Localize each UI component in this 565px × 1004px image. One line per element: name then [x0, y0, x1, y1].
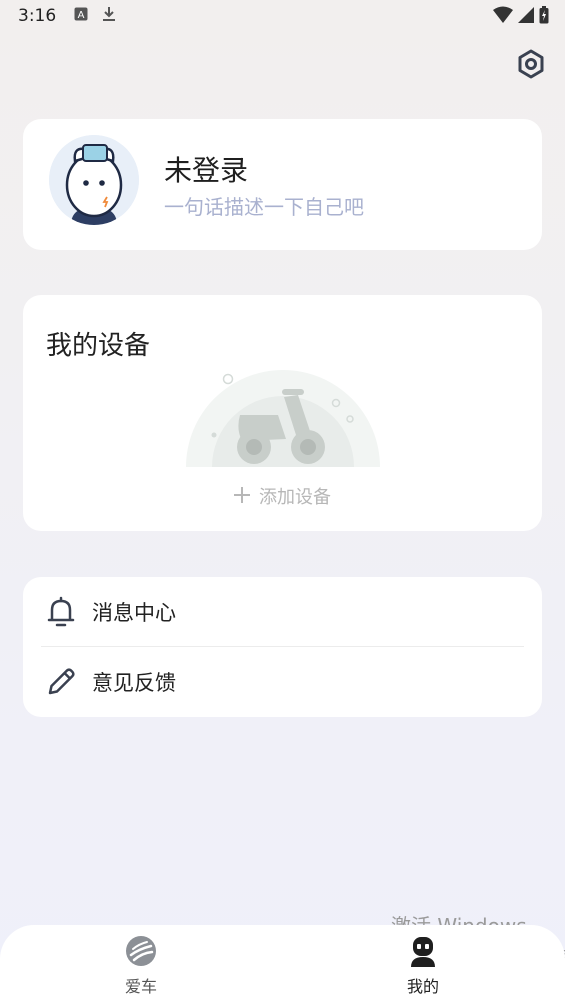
status-bar: 3:16 A — [0, 0, 565, 32]
wifi-icon — [493, 6, 513, 29]
signal-icon — [517, 6, 535, 29]
profile-icon — [407, 935, 439, 967]
avatar[interactable] — [49, 135, 139, 225]
bell-icon — [45, 596, 77, 628]
car-icon — [125, 935, 157, 967]
add-device-button[interactable]: 添加设备 — [233, 483, 331, 509]
add-device-label: 添加设备 — [259, 487, 331, 508]
plus-icon — [233, 484, 251, 508]
settings-button[interactable] — [515, 49, 547, 83]
menu-card: 消息中心 意见反馈 — [23, 577, 542, 717]
download-icon — [102, 6, 116, 27]
device-card: 我的设备 添加设备 — [23, 295, 542, 531]
svg-text:A: A — [78, 10, 85, 21]
scooter-placeholder-illustration — [186, 369, 380, 469]
battery-icon — [539, 6, 549, 29]
profile-name: 未登录 — [164, 154, 249, 187]
nav-tab-car[interactable]: 爱车 — [81, 925, 201, 1004]
menu-label-messages: 消息中心 — [92, 601, 176, 625]
text-a-icon: A — [74, 6, 88, 26]
pencil-icon — [45, 666, 77, 698]
nav-tab-mine[interactable]: 我的 — [363, 925, 483, 1004]
profile-bio: 一句话描述一下自己吧 — [164, 195, 364, 219]
status-time: 3:16 — [18, 6, 57, 26]
nav-label-mine: 我的 — [406, 977, 439, 996]
menu-item-messages[interactable]: 消息中心 — [23, 577, 542, 647]
profile-card[interactable]: 未登录 一句话描述一下自己吧 — [23, 119, 542, 250]
nav-label-car: 爱车 — [124, 977, 157, 996]
menu-item-feedback[interactable]: 意见反馈 — [23, 647, 542, 717]
bottom-nav: 爱车 我的 — [0, 925, 565, 1004]
menu-label-feedback: 意见反馈 — [92, 671, 176, 695]
device-section-title: 我的设备 — [46, 331, 151, 361]
gear-icon — [516, 49, 546, 83]
